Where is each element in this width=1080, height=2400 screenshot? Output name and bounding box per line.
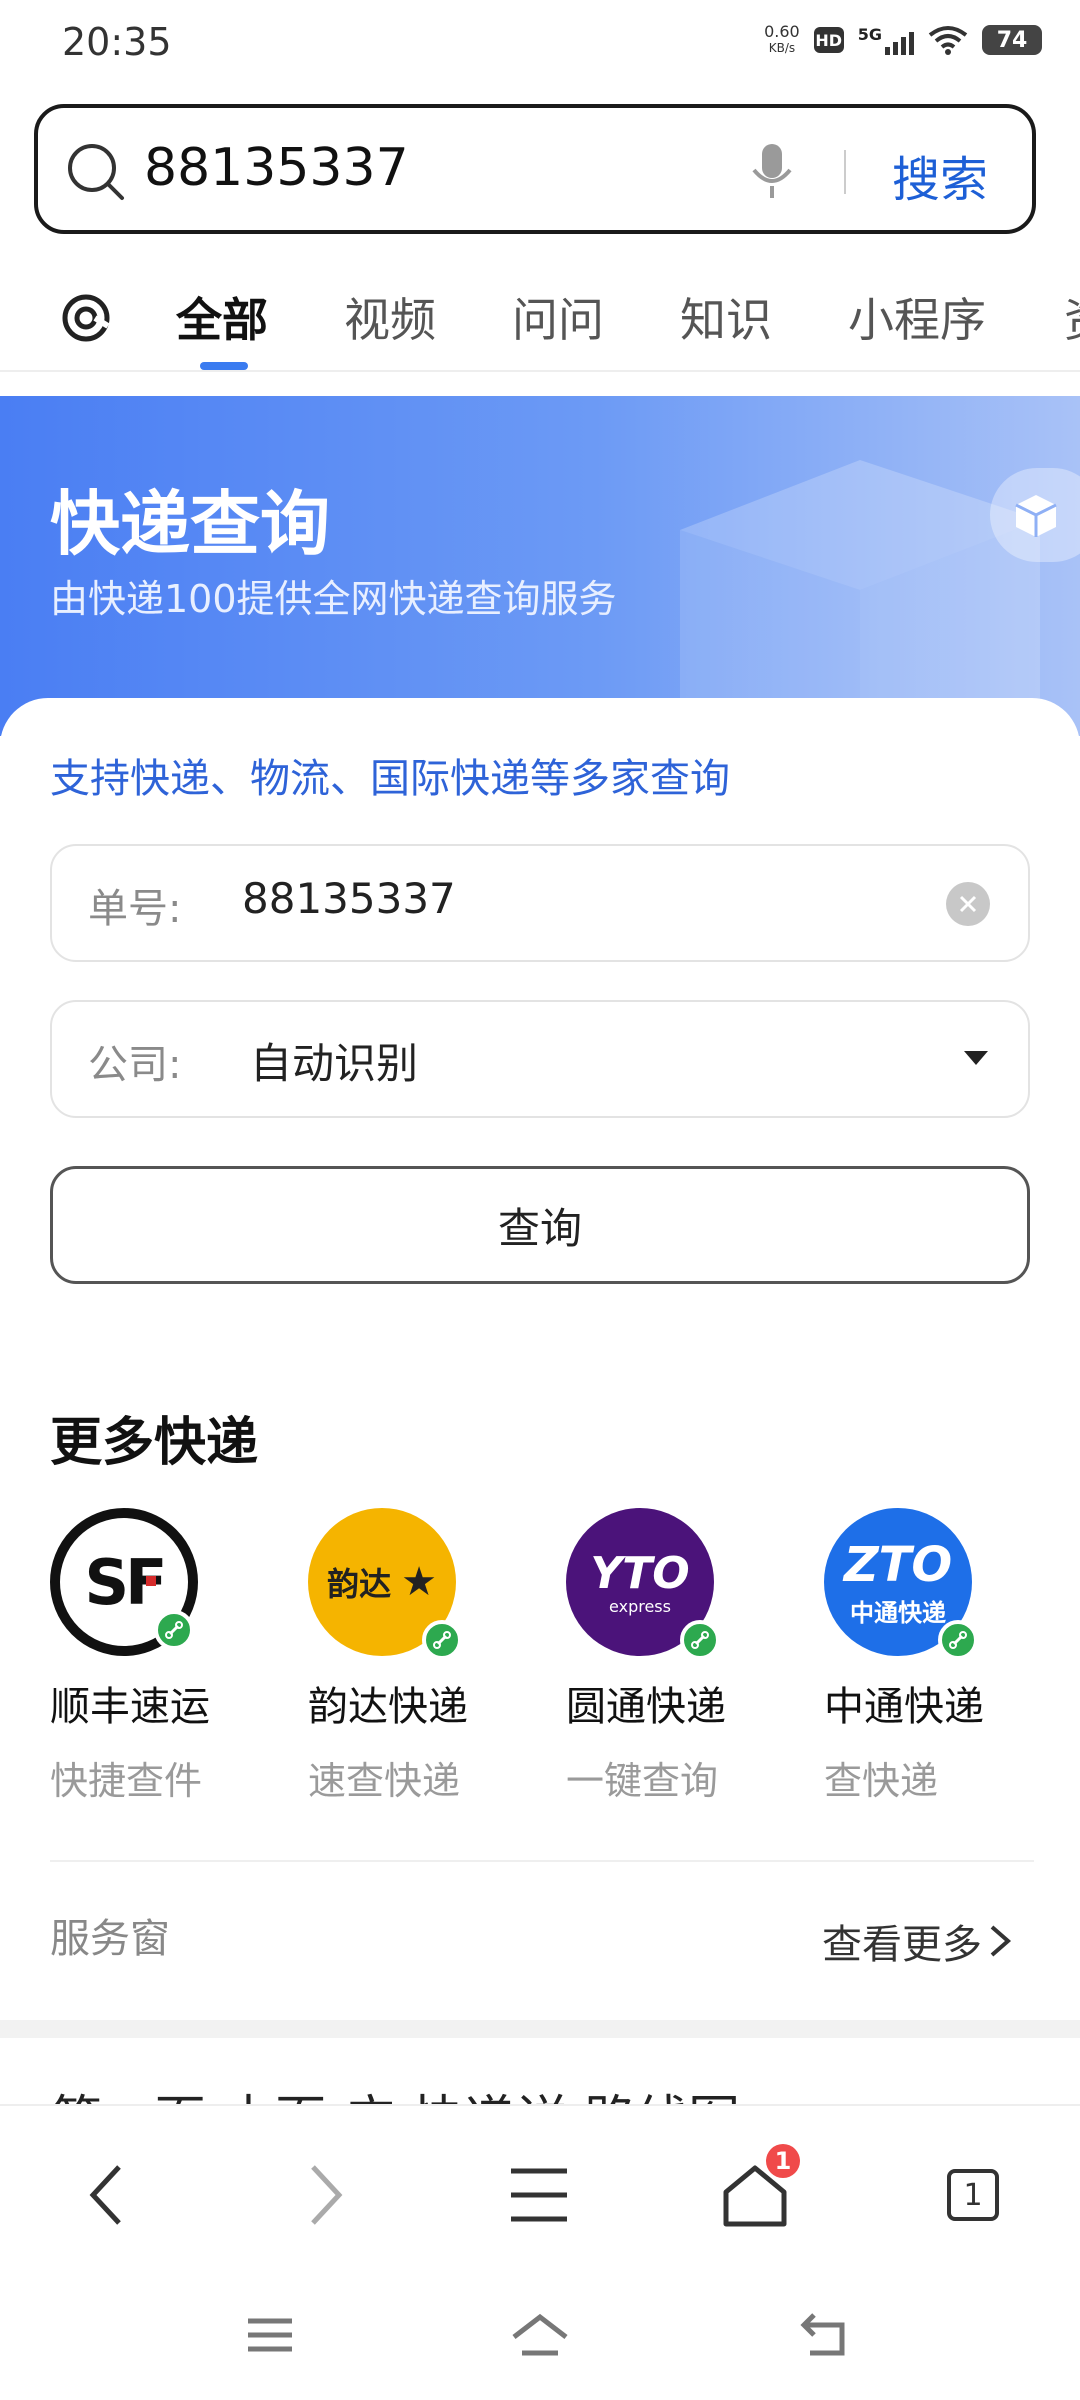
section-separator — [0, 2020, 1080, 2038]
mini-program-icon — [422, 1620, 462, 1660]
at-icon[interactable] — [60, 292, 112, 344]
menu-icon — [511, 2168, 567, 2222]
wifi-icon — [928, 26, 968, 55]
service-window-label: 服务窗 — [50, 1916, 170, 1962]
battery-icon: 74 — [982, 25, 1042, 55]
menu-button[interactable] — [494, 2150, 584, 2240]
back-button[interactable] — [62, 2150, 152, 2240]
courier-name: 圆通快递 — [566, 1684, 726, 1730]
mini-program-icon — [680, 1620, 720, 1660]
tracking-number-field[interactable] — [50, 844, 1030, 962]
forward-button[interactable] — [280, 2150, 370, 2240]
chevron-right-icon — [311, 2165, 343, 2225]
courier-desc: 快捷查件 — [50, 1759, 203, 1803]
mic-icon[interactable] — [748, 140, 796, 204]
courier-desc: 一键查询 — [566, 1759, 719, 1803]
courier-zto[interactable]: ZTO 中通快递 中通快递 查快递 — [824, 1508, 1024, 1805]
number-label: 单号: — [88, 886, 182, 932]
recent-apps-button[interactable] — [230, 2300, 310, 2370]
tab-divider — [0, 370, 1080, 372]
view-more-link[interactable]: 查看更多 — [822, 1912, 1012, 1970]
courier-name: 中通快递 — [824, 1684, 984, 1730]
courier-name: 顺丰速运 — [50, 1684, 210, 1730]
tab-knowledge[interactable]: 知识 — [680, 284, 772, 350]
tracking-number-input[interactable]: 88135337 — [242, 874, 456, 923]
search-icon — [68, 144, 124, 200]
result-tabs: 全部 视频 问问 知识 小程序 资 — [0, 270, 1080, 370]
courier-desc: 速查快递 — [308, 1759, 461, 1803]
tab-wenwen[interactable]: 问问 — [512, 284, 604, 350]
more-couriers-title: 更多快递 — [50, 1413, 259, 1473]
signal-icon: 5G — [858, 25, 914, 55]
status-icons: 0.60 KB/s HD 5G 74 — [764, 24, 1042, 56]
hero-subtitle: 由快递100提供全网快递查询服务 — [50, 577, 617, 621]
status-time: 20:35 — [62, 20, 172, 64]
cube-icon — [1015, 495, 1057, 537]
tab-mini-program[interactable]: 小程序 — [848, 284, 986, 350]
mini-program-icon — [938, 1620, 978, 1660]
courier-yto[interactable]: YTO express 圆通快递 一键查询 — [566, 1508, 766, 1805]
tab-more[interactable]: 资 — [1064, 284, 1080, 350]
recent-apps-icon — [248, 2318, 292, 2352]
search-divider — [844, 150, 846, 194]
yunda-logo: 韵达 ★ — [308, 1508, 462, 1660]
company-value[interactable]: 自动识别 — [250, 1030, 418, 1091]
mini-program-icon — [154, 1610, 194, 1650]
query-button[interactable]: 查询 — [50, 1166, 1030, 1284]
system-back-icon — [800, 2313, 845, 2356]
courier-name: 韵达快递 — [308, 1684, 468, 1730]
tab-video[interactable]: 视频 — [344, 284, 436, 350]
active-tab-indicator — [200, 362, 248, 370]
tab-count: 1 — [947, 2169, 999, 2221]
tab-all[interactable]: 全部 — [176, 284, 268, 350]
feedback-float-button[interactable] — [990, 468, 1080, 562]
courier-sf[interactable]: SF 顺丰速运 快捷查件 — [50, 1508, 250, 1805]
sf-logo: SF — [50, 1508, 198, 1656]
system-back-button[interactable] — [784, 2300, 864, 2370]
clear-icon[interactable] — [946, 882, 990, 926]
hd-icon: HD — [813, 27, 844, 53]
next-result-title[interactable]: 第一页 本页 广 快递详 路线图 — [50, 2086, 740, 2104]
system-home-icon — [512, 2313, 568, 2356]
hero-title: 快递查询 — [50, 483, 330, 565]
chevron-right-icon — [990, 1925, 1012, 1957]
zto-logo: ZTO 中通快递 — [824, 1508, 978, 1660]
system-home-button[interactable] — [500, 2300, 580, 2370]
dropdown-icon[interactable] — [962, 1048, 990, 1068]
net-speed: 0.60 KB/s — [764, 22, 800, 56]
tabs-button[interactable]: 1 — [928, 2150, 1018, 2240]
courier-desc: 查快递 — [824, 1759, 939, 1803]
notification-badge: 1 — [766, 2144, 800, 2178]
company-select[interactable] — [50, 1000, 1030, 1118]
service-divider — [50, 1860, 1034, 1862]
search-input[interactable]: 88135337 — [144, 138, 409, 198]
yto-logo: YTO express — [566, 1508, 720, 1660]
chevron-left-icon — [89, 2165, 121, 2225]
courier-yunda[interactable]: 韵达 ★ 韵达快递 速查快递 — [308, 1508, 508, 1805]
company-label: 公司: — [88, 1042, 182, 1088]
support-text: 支持快递、物流、国际快递等多家查询 — [50, 756, 730, 802]
search-button[interactable]: 搜索 — [892, 140, 988, 210]
